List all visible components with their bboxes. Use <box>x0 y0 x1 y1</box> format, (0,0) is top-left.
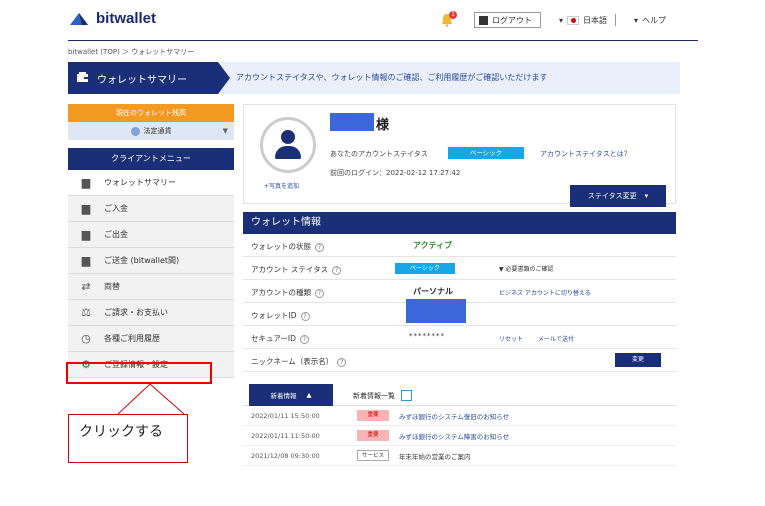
news-tag: サービス <box>357 450 389 461</box>
row-label-text: セキュアーID <box>251 334 296 343</box>
user-icon-body <box>275 146 301 159</box>
list-item[interactable]: 2022/01/11 11:50:00 重要 みずほ銀行のシステム障害のお知らせ <box>243 426 676 446</box>
news-date: 2021/12/08 09:30:00 <box>251 452 320 460</box>
chevron-down-icon: ▾ <box>644 192 649 200</box>
redacted-user-name <box>330 113 374 131</box>
row-label-text: ニックネーム（表示名） <box>251 357 334 366</box>
row-label: ニックネーム（表示名）? <box>251 356 347 367</box>
row-label: アカウントの種類? <box>251 287 324 298</box>
reset-link[interactable]: リセット <box>499 334 523 343</box>
avatar[interactable] <box>260 117 316 173</box>
account-type-value: パーソナル <box>413 287 453 296</box>
redacted-wallet-id <box>406 299 466 323</box>
switch-business-link[interactable]: ビジネス アカウントに切り替える <box>499 288 591 297</box>
user-icon <box>281 130 295 144</box>
news-title[interactable]: 年末年始の営業のご案内 <box>399 451 471 461</box>
account-status-badge: ベーシック <box>395 263 455 274</box>
row-label-text: アカウント ステイタス <box>251 265 329 274</box>
change-nickname-button[interactable]: 変更 <box>615 353 661 367</box>
help-icon[interactable]: ? <box>337 358 347 367</box>
news-date: 2022/01/11 11:50:00 <box>251 432 320 440</box>
nickname-row: ニックネーム（表示名）? 変更 <box>243 349 676 372</box>
help-icon[interactable]: ? <box>315 289 324 298</box>
news-tag: 重要 <box>357 410 389 421</box>
row-label-text: アカウントの種類 <box>251 288 311 297</box>
help-icon[interactable]: ? <box>300 312 310 321</box>
news-title[interactable]: みずほ銀行のシステム復旧のお知らせ <box>399 411 509 421</box>
required-documents-link[interactable]: ▼ 必要書類のご確認 <box>499 264 554 273</box>
account-status-row: アカウント ステイタス? ベーシック ▼ 必要書類のご確認 <box>243 257 676 280</box>
wallet-id-row: ウォレットID? <box>243 299 676 326</box>
news-date: 2022/01/11 15:50:00 <box>251 412 320 420</box>
wallet-info-panel: ウォレット情報 ウォレットの状態? アクティブ アカウント ステイタス? ベーシ… <box>243 212 676 372</box>
help-icon[interactable]: ? <box>332 266 342 275</box>
list-item[interactable]: 2021/12/08 09:30:00 サービス 年末年始の営業のご案内 <box>243 446 676 466</box>
status-change-label: ステイタス変更 <box>587 192 637 200</box>
news-tag: 重要 <box>357 430 389 441</box>
wallet-status-row: ウォレットの状態? アクティブ <box>243 234 676 257</box>
secure-id-value: ******** <box>409 332 445 340</box>
help-icon[interactable]: ? <box>299 335 309 344</box>
news-tabs: 新着情報 ▲ 新着情報一覧 <box>243 384 676 406</box>
last-login: 前回のログイン：2022-02-12 17:27:42 <box>330 169 461 177</box>
tab-label: 新着情報一覧 <box>353 391 395 400</box>
news-panel: 新着情報 ▲ 新着情報一覧 2022/01/11 15:50:00 重要 みずほ… <box>243 384 676 466</box>
external-link-icon <box>401 390 412 401</box>
callout-text: クリックする <box>79 424 163 440</box>
row-label-text: ウォレットID <box>251 311 297 320</box>
account-status-badge: ベーシック <box>448 147 524 159</box>
help-icon[interactable]: ? <box>315 243 324 252</box>
wallet-status-value: アクティブ <box>413 241 453 250</box>
add-photo-link[interactable]: +写真を追加 <box>264 181 299 190</box>
send-email-link[interactable]: メールで送付 <box>538 334 574 343</box>
news-title[interactable]: みずほ銀行のシステム障害のお知らせ <box>399 431 509 441</box>
row-label: ウォレットの状態? <box>251 241 324 252</box>
tab-label: 新着情報 <box>270 392 297 400</box>
status-change-button[interactable]: ステイタス変更 ▾ <box>570 185 666 207</box>
tab-news[interactable]: 新着情報 ▲ <box>249 384 333 406</box>
account-status-help-link[interactable]: アカウントステイタスとは？ <box>540 149 631 159</box>
row-label: ウォレットID? <box>251 310 310 321</box>
tab-news-list[interactable]: 新着情報一覧 <box>353 390 412 401</box>
instruction-callout: クリックする <box>68 414 188 463</box>
row-label: アカウント ステイタス? <box>251 264 342 275</box>
chevron-up-icon: ▲ <box>306 391 312 399</box>
secure-id-row: セキュアーID? ******** リセット メールで送付 <box>243 326 676 349</box>
row-label: セキュアーID? <box>251 333 309 344</box>
account-status-label: あなたのアカウントステイタス <box>330 150 428 158</box>
profile-card: +写真を追加 様 あなたのアカウントステイタス ベーシック アカウントステイタス… <box>243 104 676 207</box>
wallet-info-title: ウォレット情報 <box>243 212 676 234</box>
row-label-text: ウォレットの状態 <box>251 242 311 251</box>
list-item[interactable]: 2022/01/11 15:50:00 重要 みずほ銀行のシステム復旧のお知らせ <box>243 406 676 426</box>
honorific: 様 <box>376 118 390 133</box>
